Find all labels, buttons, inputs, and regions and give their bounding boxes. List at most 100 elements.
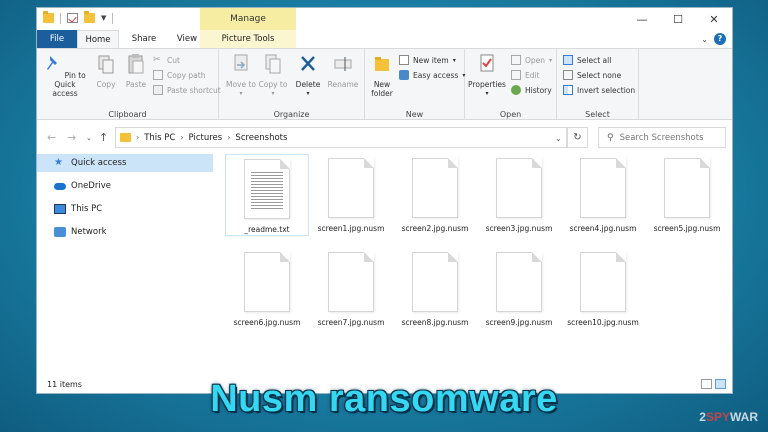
new-folder-icon bbox=[375, 57, 389, 71]
search-input[interactable]: ⚲ Search Screenshots bbox=[598, 127, 726, 148]
paste-shortcut-button[interactable]: Paste shortcut bbox=[153, 85, 221, 95]
breadcrumb-this-pc[interactable]: This PC bbox=[144, 133, 175, 143]
file-name: screen8.jpg.nusm bbox=[401, 318, 469, 327]
blank-file-icon bbox=[244, 252, 290, 312]
window-controls: — ☐ ✕ bbox=[624, 8, 732, 30]
copy-to-icon bbox=[265, 54, 281, 74]
select-group-label: Select bbox=[585, 110, 610, 119]
blank-file-icon bbox=[664, 158, 710, 218]
organize-group: Move to ▾ Copy to ▾ Delete ▾ Rename Orga… bbox=[219, 49, 365, 121]
paste-shortcut-label: Paste shortcut bbox=[167, 85, 221, 95]
copy-to-button[interactable]: Copy to ▾ bbox=[257, 53, 289, 98]
delete-button[interactable]: Delete ▾ bbox=[291, 53, 325, 98]
move-to-button[interactable]: Move to ▾ bbox=[225, 53, 257, 98]
folder-icon[interactable] bbox=[43, 11, 54, 23]
recent-locations-chevron-icon[interactable]: ⌄ bbox=[86, 134, 92, 142]
watermark-red: SPY bbox=[705, 410, 730, 424]
customize-toolbar-chevron-icon[interactable]: ▼ bbox=[101, 13, 106, 24]
paste-button[interactable]: Paste bbox=[121, 53, 151, 89]
open-label: Open bbox=[525, 55, 546, 65]
file-item[interactable]: screen1.jpg.nusm bbox=[309, 154, 393, 234]
address-dropdown-chevron-icon[interactable]: ⌄ bbox=[555, 134, 562, 143]
file-item[interactable]: screen2.jpg.nusm bbox=[393, 154, 477, 234]
clipboard-group: Pin to Quick access Copy Paste ✂ Cut Cop… bbox=[37, 49, 221, 121]
file-name: screen2.jpg.nusm bbox=[401, 224, 469, 233]
tab-home[interactable]: Home bbox=[77, 30, 119, 48]
file-item[interactable]: screen8.jpg.nusm bbox=[393, 252, 477, 328]
edit-button[interactable]: Edit bbox=[511, 70, 540, 80]
maximize-button[interactable]: ☐ bbox=[660, 8, 696, 30]
ribbon-controls: ⌄ ? bbox=[701, 33, 726, 45]
new-item-button[interactable]: New item ▾ bbox=[399, 55, 456, 65]
file-item[interactable]: screen5.jpg.nusm bbox=[645, 154, 729, 234]
select-all-icon bbox=[563, 55, 573, 65]
delete-chevron-icon: ▾ bbox=[306, 90, 310, 97]
select-none-button[interactable]: Select none bbox=[563, 70, 621, 80]
invert-selection-label: Invert selection bbox=[577, 85, 636, 95]
file-item[interactable]: screen4.jpg.nusm bbox=[561, 154, 645, 234]
address-bar[interactable]: › This PC › Pictures › Screenshots bbox=[115, 127, 567, 148]
computer-icon bbox=[54, 204, 66, 214]
open-button[interactable]: Open ▾ bbox=[511, 55, 552, 65]
file-item[interactable]: screen9.jpg.nusm bbox=[477, 252, 561, 328]
blank-file-icon bbox=[328, 252, 374, 312]
expand-ribbon-chevron-icon[interactable]: ⌄ bbox=[701, 35, 708, 44]
invert-selection-button[interactable]: Invert selection bbox=[563, 85, 635, 95]
file-item[interactable]: screen6.jpg.nusm bbox=[225, 252, 309, 328]
properties-icon[interactable] bbox=[67, 13, 78, 23]
file-item[interactable]: screen7.jpg.nusm bbox=[309, 252, 393, 328]
open-group: Properties ▾ Open ▾ Edit History Open bbox=[465, 49, 557, 121]
tab-share[interactable]: Share bbox=[123, 30, 165, 48]
cut-button[interactable]: ✂ Cut bbox=[153, 55, 180, 65]
history-button[interactable]: History bbox=[511, 85, 552, 95]
file-item[interactable]: screen10.jpg.nusm bbox=[561, 252, 645, 328]
file-item-readme[interactable]: _readme.txt bbox=[225, 154, 309, 236]
tab-file[interactable]: File bbox=[37, 30, 77, 48]
network-icon bbox=[54, 227, 66, 237]
text-file-icon bbox=[244, 159, 290, 219]
up-arrow-icon[interactable]: ↑ bbox=[99, 131, 108, 144]
copy-path-button[interactable]: Copy path bbox=[153, 70, 205, 80]
copy-button[interactable]: Copy bbox=[91, 53, 121, 89]
breadcrumb-pictures[interactable]: Pictures bbox=[189, 133, 223, 143]
pin-icon bbox=[47, 56, 58, 70]
move-to-icon bbox=[234, 54, 248, 71]
easy-access-label: Easy access bbox=[413, 70, 459, 80]
file-item[interactable]: screen3.jpg.nusm bbox=[477, 154, 561, 234]
new-folder-button[interactable]: New folder bbox=[367, 53, 397, 98]
quick-access-toolbar: ▼ bbox=[43, 11, 114, 24]
folder-icon bbox=[120, 133, 131, 142]
ribbon: Pin to Quick access Copy Paste ✂ Cut Cop… bbox=[37, 48, 732, 121]
copy-label: Copy bbox=[96, 80, 116, 89]
blank-file-icon bbox=[496, 158, 542, 218]
pin-to-quick-access-button[interactable]: Pin to Quick access bbox=[41, 53, 89, 98]
refresh-button[interactable]: ↻ bbox=[567, 127, 588, 148]
paste-label: Paste bbox=[125, 80, 147, 89]
back-arrow-icon[interactable]: ← bbox=[47, 131, 56, 144]
rename-label: Rename bbox=[327, 80, 359, 89]
select-all-button[interactable]: Select all bbox=[563, 55, 611, 65]
minimize-button[interactable]: — bbox=[624, 8, 660, 30]
nav-item-onedrive[interactable]: OneDrive bbox=[37, 177, 213, 195]
paste-icon bbox=[128, 54, 144, 74]
easy-access-button[interactable]: Easy access ▾ bbox=[399, 70, 465, 80]
new-item-label: New item bbox=[413, 55, 449, 65]
watermark-prefix: 2 bbox=[699, 410, 706, 424]
nav-item-network[interactable]: Network bbox=[37, 223, 213, 241]
nav-item-this-pc[interactable]: This PC bbox=[37, 200, 213, 218]
rename-icon bbox=[334, 57, 352, 71]
tab-picture-tools[interactable]: Picture Tools bbox=[200, 30, 296, 48]
open-icon bbox=[511, 55, 521, 65]
forward-arrow-icon[interactable]: → bbox=[67, 131, 76, 144]
help-icon[interactable]: ? bbox=[714, 33, 726, 45]
file-name: screen5.jpg.nusm bbox=[653, 224, 721, 233]
properties-button[interactable]: Properties ▾ bbox=[467, 53, 507, 98]
nav-item-quick-access[interactable]: ★ Quick access bbox=[37, 154, 213, 172]
close-button[interactable]: ✕ bbox=[696, 8, 732, 30]
rename-button[interactable]: Rename bbox=[325, 53, 361, 89]
breadcrumb-screenshots[interactable]: Screenshots bbox=[235, 133, 287, 143]
title-bar: ▼ Manage — ☐ ✕ bbox=[37, 8, 732, 30]
easy-access-icon bbox=[399, 70, 409, 80]
new-folder-icon[interactable] bbox=[84, 11, 95, 23]
manage-context-tab: Manage bbox=[200, 8, 296, 30]
